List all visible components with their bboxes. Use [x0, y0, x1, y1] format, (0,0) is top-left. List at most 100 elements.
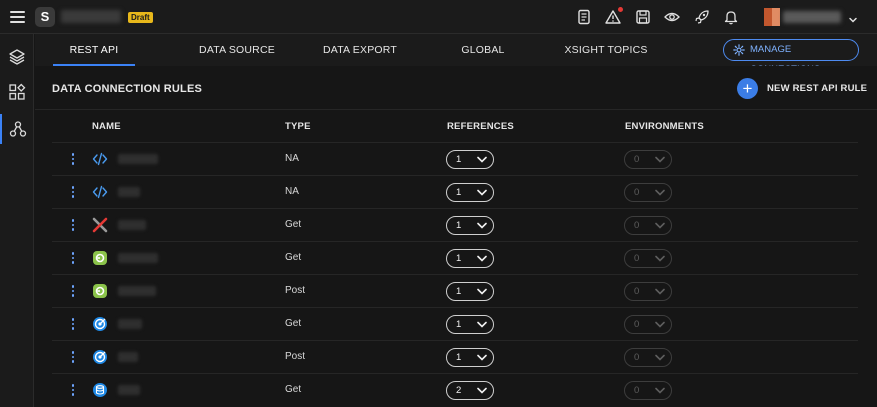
references-select[interactable]: 1: [446, 315, 494, 334]
code-icon: [92, 151, 108, 167]
widgets-icon: [9, 83, 26, 100]
more-options-icon[interactable]: [71, 252, 75, 265]
rules-table: NA 1 0 NA 1 0 Get 1 0 Get 1 0 Post 1 0 G…: [35, 142, 877, 406]
environments-select: 0: [624, 183, 672, 202]
references-value: 1: [456, 187, 462, 198]
references-select[interactable]: 1: [446, 183, 494, 202]
more-options-icon[interactable]: [71, 219, 75, 232]
tab-xsight-topics[interactable]: XSIGHT TOPICS: [561, 34, 651, 66]
rule-name[interactable]: [118, 253, 158, 263]
references-select[interactable]: 1: [446, 249, 494, 268]
bell-icon[interactable]: [723, 9, 739, 25]
app-name: [61, 10, 121, 23]
references-value: 1: [456, 253, 462, 264]
rule-name[interactable]: [118, 220, 146, 230]
chevron-down-icon: [477, 321, 487, 328]
chevron-down-icon: [655, 255, 665, 262]
table-row: Get 2 0: [52, 373, 858, 406]
new-rule-label: NEW REST API RULE: [767, 82, 868, 94]
chevron-down-icon: [655, 321, 665, 328]
more-options-icon[interactable]: [71, 318, 75, 331]
green-app-icon: [92, 283, 108, 299]
references-value: 1: [456, 286, 462, 297]
environments-select: 0: [624, 348, 672, 367]
rocket-icon[interactable]: [694, 9, 710, 25]
chevron-down-icon: [655, 156, 665, 163]
x-logo-icon: [92, 217, 108, 233]
chevron-down-icon: [477, 156, 487, 163]
alert-icon[interactable]: [605, 7, 623, 25]
rule-name[interactable]: [118, 352, 138, 362]
table-row: Get 1 0: [52, 208, 858, 241]
manage-connections-button[interactable]: MANAGE CONNECTIONS: [723, 39, 859, 75]
more-options-icon[interactable]: [71, 351, 75, 364]
table-row: Get 1 0: [52, 307, 858, 340]
rule-type: Post: [285, 285, 306, 296]
sidebar-item-layers[interactable]: [0, 42, 34, 72]
rule-type: Get: [285, 219, 302, 230]
table-row: Post 1 0: [52, 274, 858, 307]
references-select[interactable]: 2: [446, 381, 494, 400]
rule-type: Get: [285, 318, 302, 329]
plus-icon: +: [737, 77, 758, 99]
sidebar-item-connections[interactable]: [0, 114, 34, 144]
environments-select: 0: [624, 249, 672, 268]
references-select[interactable]: 1: [446, 150, 494, 169]
sidebar: [0, 34, 34, 407]
more-options-icon[interactable]: [71, 186, 75, 199]
top-bar: S Draft: [0, 0, 877, 34]
environments-value: 0: [634, 154, 640, 165]
target-icon: [92, 316, 108, 332]
rule-type: NA: [285, 153, 299, 164]
references-select[interactable]: 1: [446, 216, 494, 235]
tab-data-source[interactable]: DATA SOURCE: [193, 34, 281, 66]
rule-type: NA: [285, 186, 299, 197]
rule-name[interactable]: [118, 154, 158, 164]
menu-icon[interactable]: [10, 11, 25, 23]
table-row: NA 1 0: [52, 175, 858, 208]
references-select[interactable]: 1: [446, 282, 494, 301]
chevron-down-icon: [655, 387, 665, 394]
references-value: 1: [456, 352, 462, 363]
new-rest-api-rule-button[interactable]: + NEW REST API RULE: [737, 77, 867, 99]
chevron-down-icon: [477, 222, 487, 229]
main-content: DATA CONNECTION RULES + NEW REST API RUL…: [35, 66, 877, 407]
rule-name[interactable]: [118, 286, 156, 296]
chevron-down-icon: [477, 255, 487, 262]
eye-icon[interactable]: [664, 9, 680, 25]
rule-type: Get: [285, 384, 302, 395]
references-value: 1: [456, 319, 462, 330]
tab-data-export[interactable]: DATA EXPORT: [317, 34, 403, 66]
notification-dot: [618, 7, 623, 12]
environments-value: 0: [634, 187, 640, 198]
avatar[interactable]: [764, 8, 780, 26]
more-options-icon[interactable]: [71, 285, 75, 298]
column-header-environments: ENVIRONMENTS: [625, 121, 704, 132]
rule-name[interactable]: [118, 385, 140, 395]
references-select[interactable]: 1: [446, 348, 494, 367]
tab-rest-api[interactable]: REST API: [53, 34, 135, 66]
tab-global-variables[interactable]: GLOBAL VARIABLES: [433, 34, 533, 88]
column-header-name: NAME: [92, 121, 121, 132]
chevron-down-icon: [655, 189, 665, 196]
user-name[interactable]: [783, 11, 841, 23]
more-options-icon[interactable]: [71, 384, 75, 397]
sidebar-item-widgets[interactable]: [0, 77, 34, 107]
environments-select: 0: [624, 216, 672, 235]
column-header-type: TYPE: [285, 121, 311, 132]
chevron-down-icon[interactable]: [848, 12, 858, 23]
chevron-down-icon: [477, 288, 487, 295]
document-icon[interactable]: [576, 9, 592, 25]
chevron-down-icon: [655, 354, 665, 361]
chevron-down-icon: [477, 387, 487, 394]
more-options-icon[interactable]: [71, 153, 75, 166]
environments-value: 0: [634, 286, 640, 297]
rule-name[interactable]: [118, 187, 140, 197]
environments-value: 0: [634, 319, 640, 330]
environments-select: 0: [624, 282, 672, 301]
chevron-down-icon: [655, 288, 665, 295]
table-row: Post 1 0: [52, 340, 858, 373]
layers-icon: [9, 49, 25, 65]
save-icon[interactable]: [635, 9, 651, 25]
rule-name[interactable]: [118, 319, 142, 329]
